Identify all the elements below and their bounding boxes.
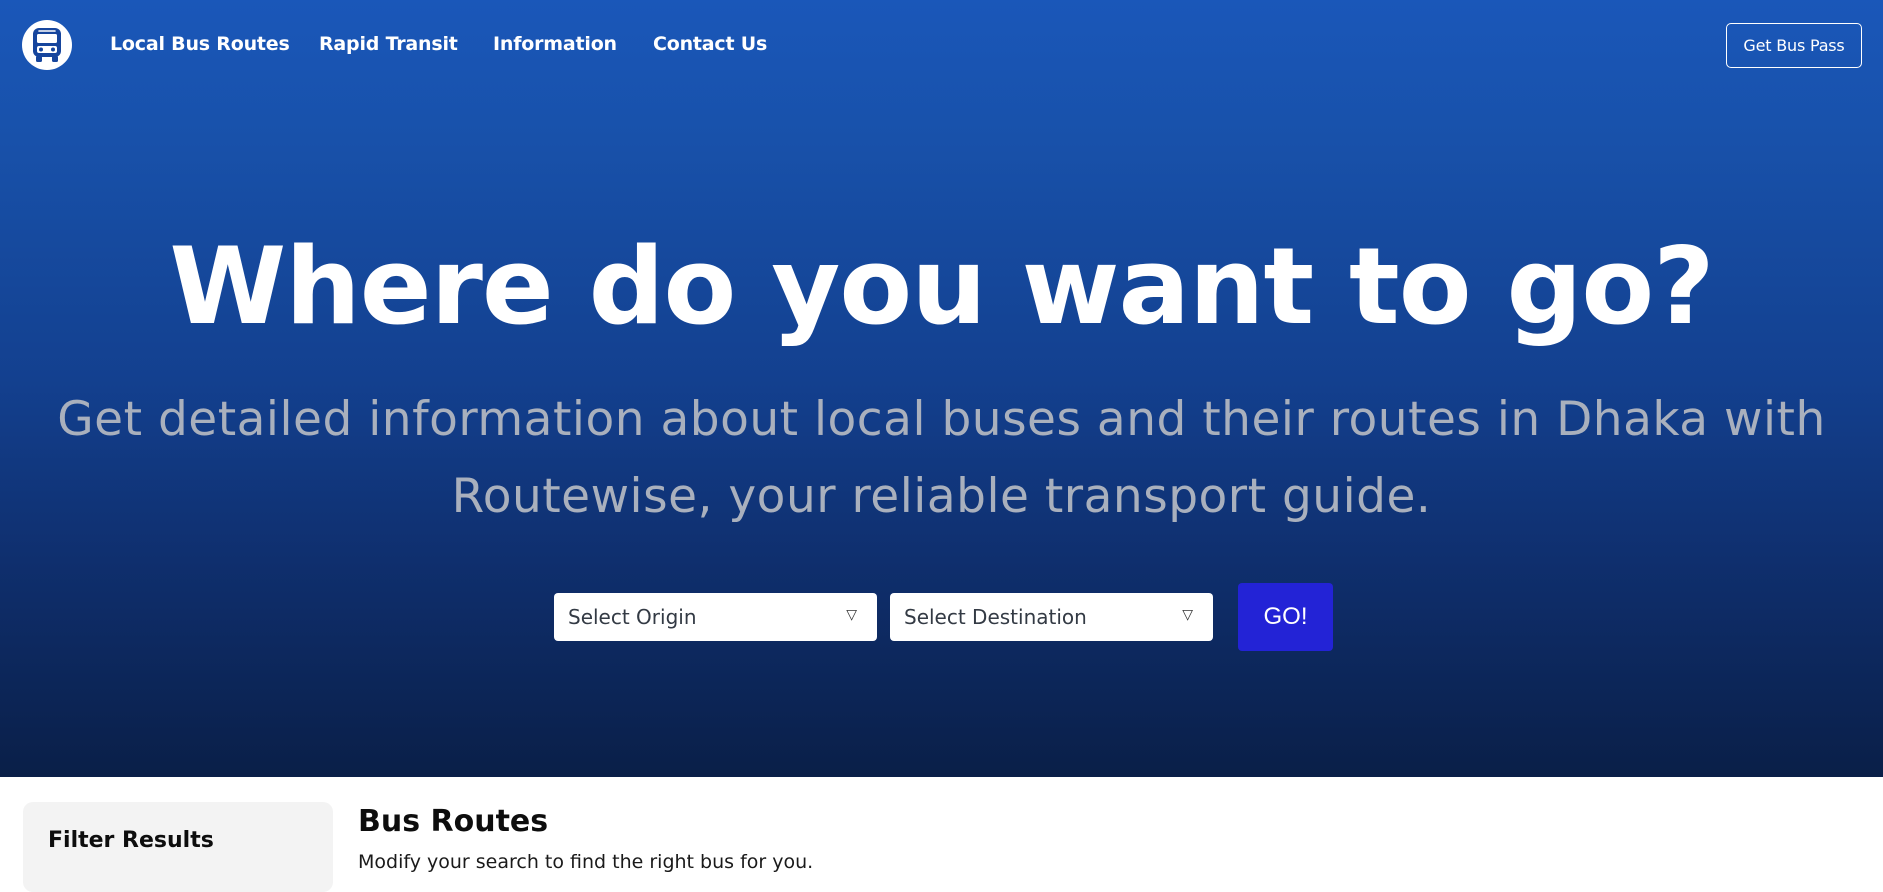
destination-select-label: Select Destination (904, 605, 1087, 629)
get-bus-pass-button[interactable]: Get Bus Pass (1726, 23, 1862, 68)
bus-routes-subtitle: Modify your search to find the right bus… (358, 851, 814, 873)
filter-title: Filter Results (48, 828, 214, 853)
filter-panel: Filter Results (23, 802, 333, 892)
destination-select[interactable]: Select Destination ▽ (890, 593, 1213, 641)
bus-icon (33, 28, 61, 62)
hero-section: Local Bus Routes Rapid Transit Informati… (0, 0, 1883, 777)
hero-subtitle: Get detailed information about local bus… (57, 392, 1826, 524)
bus-routes-title: Bus Routes (358, 804, 549, 839)
go-button[interactable]: GO! (1238, 583, 1333, 651)
origin-select-label: Select Origin (568, 605, 697, 629)
hero-title: Where do you want to go? (169, 225, 1714, 348)
origin-select[interactable]: Select Origin ▽ (554, 593, 877, 641)
nav-information[interactable]: Information (493, 33, 617, 55)
nav-local-bus-routes[interactable]: Local Bus Routes (110, 33, 290, 55)
chevron-down-icon: ▽ (846, 607, 857, 623)
chevron-down-icon: ▽ (1182, 607, 1193, 623)
nav-contact-us[interactable]: Contact Us (653, 33, 767, 55)
nav-rapid-transit[interactable]: Rapid Transit (319, 33, 458, 55)
logo[interactable] (22, 20, 72, 70)
